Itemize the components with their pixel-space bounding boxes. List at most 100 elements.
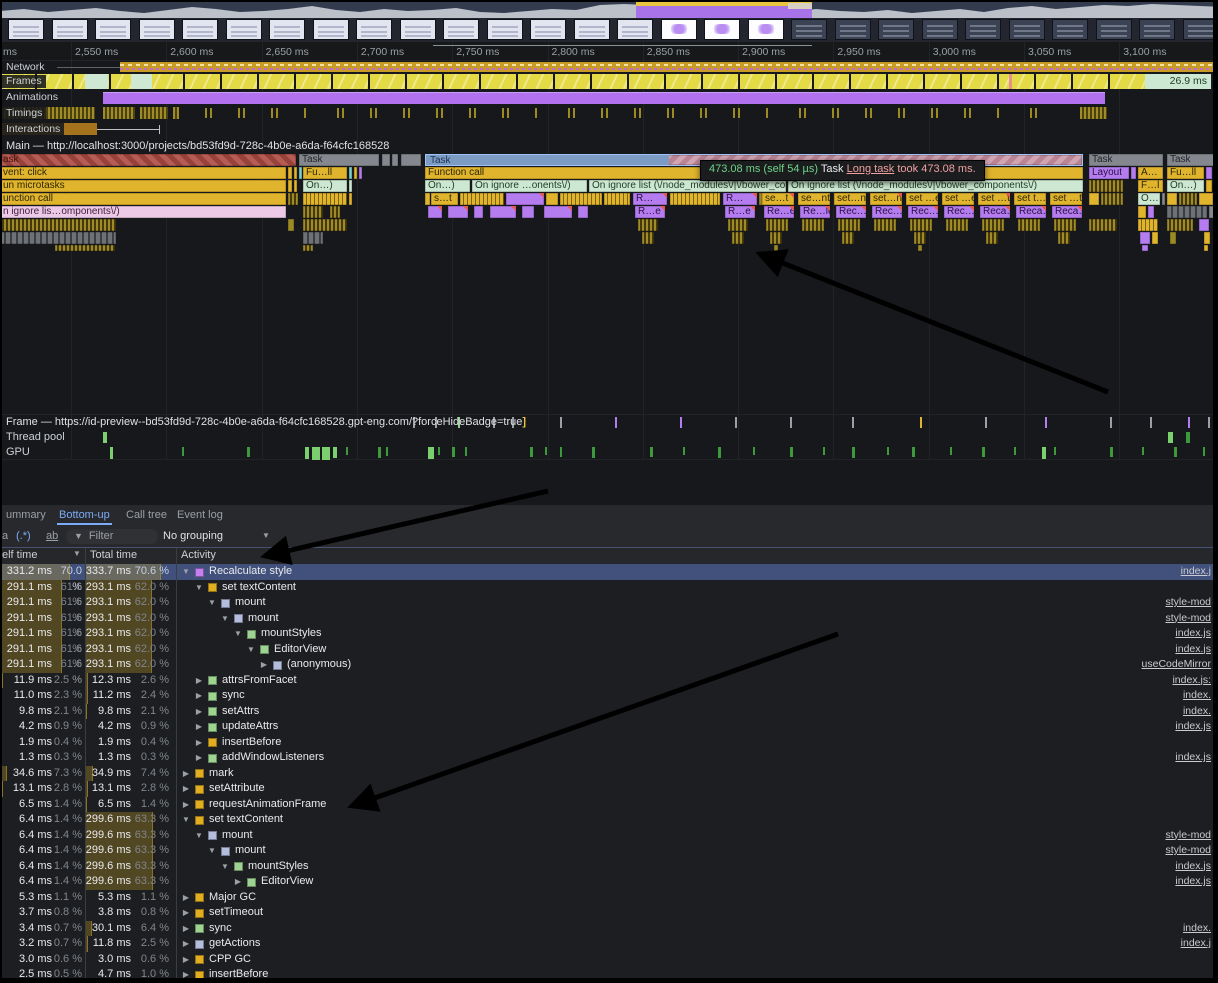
activity-label[interactable]: set textContent [209,812,283,828]
flame-event[interactable] [728,219,748,231]
flame-event[interactable] [1167,193,1177,205]
disclosure-triangle[interactable]: ▶ [194,673,204,689]
flame-event[interactable] [349,193,352,205]
tab-event-log[interactable]: Event log [175,505,225,525]
match-case-icon[interactable]: a [2,526,8,546]
flame-event[interactable] [910,219,932,231]
flame-event[interactable] [1138,219,1158,231]
flame-event[interactable] [288,167,292,179]
flame-event[interactable] [1199,219,1209,231]
flame-event[interactable] [770,232,782,244]
activity-label[interactable]: setTimeout [209,905,263,921]
flame-event[interactable] [670,193,720,205]
source-link[interactable]: index.js [1175,642,1211,658]
table-row[interactable]: 13.1 ms2.8 %13.1 ms2.8 %▶setAttribute [0,781,1218,797]
disclosure-triangle[interactable]: ▶ [181,797,191,813]
disclosure-triangle[interactable]: ▼ [220,611,230,627]
disclosure-triangle[interactable]: ▶ [181,921,191,937]
disclosure-triangle[interactable]: ▶ [194,735,204,751]
table-row[interactable]: 6.4 ms1.4 %299.6 ms63.3 %▼set textConten… [0,812,1218,828]
disclosure-triangle[interactable]: ▶ [181,905,191,921]
match-whole-word-icon[interactable]: ab [46,526,58,546]
track-frame[interactable]: Frame — https://id-preview--bd53fd9d-728… [0,414,1218,430]
flame-event[interactable] [288,193,298,205]
activity-label[interactable]: attrsFromFacet [222,673,297,689]
flame-event[interactable]: On ignore …onents\/) [472,180,587,192]
activity-label[interactable]: mount [235,843,266,859]
long-task-link[interactable]: Long task [847,163,895,175]
disclosure-triangle[interactable]: ▶ [194,750,204,766]
activity-label[interactable]: mount [235,595,266,611]
flame-event[interactable] [1140,232,1150,244]
flame-event[interactable] [303,245,313,251]
flame-event[interactable] [354,167,357,179]
flame-event[interactable] [1162,193,1165,205]
flame-event[interactable]: set …tent [1050,193,1082,205]
activity-label[interactable]: set textContent [222,580,296,596]
flame-event[interactable]: Reca…tyle [1016,206,1046,218]
flame-event[interactable]: On…) [425,180,470,192]
flame-event[interactable]: O… [1138,193,1160,205]
flame-event[interactable] [299,167,302,179]
flame-event[interactable]: Fu…ll [303,167,347,179]
activity-label[interactable]: mountStyles [248,859,309,875]
flame-event[interactable]: Re…le [800,206,830,218]
source-link[interactable]: index.js: [1172,673,1211,689]
flame-event[interactable] [382,154,390,166]
table-row[interactable]: 291.1 ms61.6 %293.1 ms62.0 %▼EditorViewi… [0,642,1218,658]
flame-event[interactable] [1179,193,1197,205]
flame-event[interactable] [1204,245,1208,251]
table-row[interactable]: 3.2 ms0.7 %11.8 ms2.5 %▶getActionsindex.… [0,936,1218,952]
source-link[interactable]: style-mod [1165,611,1211,627]
source-link[interactable]: useCodeMirror [1142,657,1211,673]
flame-event[interactable] [1018,219,1040,231]
activity-label[interactable]: EditorView [261,874,313,890]
sort-arrow-icon[interactable]: ▼ [73,549,81,558]
table-row[interactable]: 11.9 ms2.5 %12.3 ms2.6 %▶attrsFromFaceti… [0,673,1218,689]
flame-event[interactable] [401,154,421,166]
table-row[interactable]: 3.7 ms0.8 %3.8 ms0.8 %▶setTimeout [0,905,1218,921]
grouping-select[interactable]: No grouping [163,526,223,546]
track-thread-pool[interactable]: Thread pool [0,430,1218,444]
activity-label[interactable]: addWindowListeners [222,750,324,766]
disclosure-triangle[interactable]: ▼ [220,859,230,875]
flame-event[interactable] [1204,232,1210,244]
table-row[interactable]: 5.3 ms1.1 %5.3 ms1.1 %▶Major GC [0,890,1218,906]
source-link[interactable]: index.js [1175,719,1211,735]
flame-event[interactable] [1142,245,1148,251]
disclosure-triangle[interactable]: ▶ [233,874,243,890]
flame-event[interactable] [1167,219,1193,231]
table-row[interactable]: 291.1 ms61.6 %293.1 ms62.0 %▼mountstyle-… [0,611,1218,627]
flame-event[interactable] [546,193,558,205]
flame-event[interactable] [303,232,323,244]
disclosure-triangle[interactable]: ▼ [181,812,191,828]
source-link[interactable]: style-mod [1165,595,1211,611]
flame-event[interactable] [288,180,292,192]
disclosure-triangle[interactable]: ▶ [259,657,269,673]
flame-event[interactable] [774,245,778,251]
disclosure-triangle[interactable]: ▼ [194,828,204,844]
flame-event[interactable] [642,232,654,244]
flame-event[interactable] [1054,219,1076,231]
flame-event[interactable]: A… [1138,167,1163,179]
activity-label[interactable]: (anonymous) [287,657,351,673]
flame-event[interactable] [0,219,116,231]
flame-event[interactable]: n ignore lis…omponents\/) [0,206,286,218]
disclosure-triangle[interactable]: ▶ [181,781,191,797]
source-link[interactable]: index.js [1175,874,1211,890]
flame-event[interactable] [1152,232,1158,244]
flame-event[interactable]: R… [633,193,667,205]
flame-event[interactable] [428,206,442,218]
flame-event[interactable] [460,193,504,205]
flame-event[interactable] [1138,206,1146,218]
flame-event[interactable] [392,154,398,166]
source-link[interactable]: index.j [1181,564,1211,580]
col-self-time[interactable]: elf time [2,549,37,561]
activity-label[interactable]: CPP GC [209,952,251,968]
flame-event[interactable]: Task [1167,154,1218,166]
flame-event[interactable] [766,219,788,231]
source-link[interactable]: index.js [1175,626,1211,642]
disclosure-triangle[interactable]: ▼ [207,595,217,611]
column-divider[interactable] [176,548,177,564]
flame-event[interactable]: On ignore list (\/node_modules\/|\/bower… [788,180,1083,192]
